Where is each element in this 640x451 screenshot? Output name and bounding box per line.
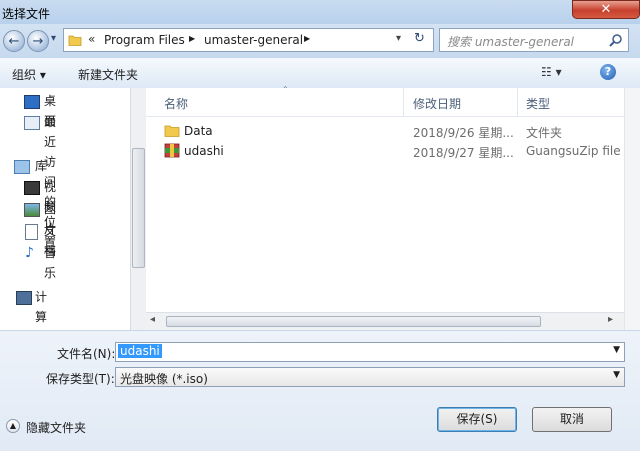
file-horizontal-scrollbar[interactable]: ◂ ▸: [146, 312, 624, 331]
file-date: 2018/9/26 星期...: [413, 126, 514, 140]
scroll-left-icon[interactable]: ◂: [150, 314, 155, 325]
filetype-select[interactable]: 光盘映像 (*.iso) ▼: [115, 367, 625, 387]
desktop-icon: [24, 95, 40, 109]
title-bar: 选择文件 ✕: [0, 0, 640, 24]
recent-pages-dropdown-icon[interactable]: ▾: [51, 33, 56, 44]
address-overflow-icon[interactable]: «: [88, 32, 95, 46]
music-icon: ♪: [25, 245, 34, 261]
address-dropdown-icon[interactable]: ▾: [396, 33, 401, 44]
forward-arrow-icon: →: [32, 34, 44, 49]
nav-scroll-thumb[interactable]: [132, 148, 145, 268]
sidebar-item-label: 库: [35, 159, 48, 173]
file-name: udashi: [184, 144, 224, 158]
help-icon: ?: [604, 65, 612, 78]
help-button[interactable]: ?: [600, 64, 616, 80]
pictures-icon: [24, 203, 40, 217]
file-type: GuangsuZip file: [526, 144, 621, 158]
dialog-footer: 文件名(N): udashi ▼ 保存类型(T): 光盘映像 (*.iso) ▼…: [0, 330, 640, 451]
nav-scrollbar[interactable]: [130, 88, 147, 330]
search-icon[interactable]: [609, 33, 623, 47]
sidebar-item-label: 音乐: [44, 246, 57, 280]
horizontal-scroll-thumb[interactable]: [166, 316, 541, 327]
table-row[interactable]: Data 2018/9/26 星期... 文件夹: [164, 121, 624, 141]
filename-label: 文件名(N):: [57, 347, 116, 361]
file-name: Data: [184, 124, 213, 138]
file-vertical-scrollbar[interactable]: [624, 88, 640, 330]
forward-button[interactable]: →: [27, 30, 49, 52]
filetype-dropdown-icon[interactable]: ▼: [613, 370, 620, 380]
filetype-value: 光盘映像 (*.iso): [120, 372, 208, 386]
column-header-name[interactable]: 名称: [164, 95, 188, 112]
video-icon: [24, 181, 40, 195]
search-input[interactable]: 搜索 umaster-general: [447, 33, 574, 50]
filename-input[interactable]: udashi: [118, 344, 162, 358]
organize-menu[interactable]: 组织 ▾: [12, 66, 46, 83]
save-button[interactable]: 保存(S): [437, 407, 517, 432]
breadcrumb-separator-icon[interactable]: ▶: [189, 34, 195, 43]
hide-folders-toggle-icon[interactable]: ▲: [6, 419, 20, 433]
toolbar: 组织 ▾ 新建文件夹 ☷ ▾ ?: [0, 58, 640, 89]
address-bar[interactable]: « Program Files ▶ umaster-general ▶ ▾ ↻: [63, 28, 434, 52]
column-header-row: ⌃ 名称 修改日期 类型: [146, 85, 624, 117]
column-divider[interactable]: [403, 88, 404, 116]
navigation-pane: 桌面 最近访问的位置 库 视频 图片 文档 ♪ 音乐 计算机: [0, 88, 147, 344]
back-arrow-icon: ←: [8, 34, 20, 49]
cancel-button[interactable]: 取消: [532, 407, 612, 432]
archive-icon: [164, 143, 180, 158]
close-icon: ✕: [600, 2, 612, 17]
breadcrumb-separator-icon[interactable]: ▶: [304, 34, 310, 43]
column-divider[interactable]: [517, 88, 518, 116]
folder-icon: [68, 35, 82, 46]
scroll-right-icon[interactable]: ▸: [608, 314, 613, 325]
table-row[interactable]: udashi 2018/9/27 星期... GuangsuZip file: [164, 141, 624, 161]
file-date: 2018/9/27 星期...: [413, 146, 514, 160]
refresh-icon[interactable]: ↻: [414, 31, 425, 46]
file-list-pane: ⌃ 名称 修改日期 类型 Data 2018/9/26 星期... 文件夹 ud…: [146, 85, 640, 331]
filetype-label: 保存类型(T):: [46, 372, 115, 386]
filename-field[interactable]: udashi ▼: [115, 342, 625, 362]
sort-ascending-icon: ⌃: [282, 85, 289, 94]
back-button[interactable]: ←: [3, 30, 25, 52]
filename-dropdown-icon[interactable]: ▼: [613, 345, 620, 355]
recent-places-icon: [24, 116, 40, 130]
computer-icon: [16, 291, 32, 305]
folder-icon: [164, 125, 180, 137]
window-title: 选择文件: [2, 7, 51, 21]
breadcrumb-program-files[interactable]: Program Files: [104, 33, 185, 47]
column-header-date[interactable]: 修改日期: [413, 95, 461, 112]
library-icon: [14, 160, 30, 174]
new-folder-button[interactable]: 新建文件夹: [78, 66, 138, 83]
view-options-icon[interactable]: ☷ ▾: [541, 65, 562, 79]
documents-icon: [25, 224, 38, 240]
close-button[interactable]: ✕: [572, 0, 640, 19]
search-box[interactable]: 搜索 umaster-general: [439, 28, 629, 52]
file-type: 文件夹: [526, 126, 563, 140]
breadcrumb-umaster-general[interactable]: umaster-general: [204, 33, 303, 47]
hide-folders-link[interactable]: 隐藏文件夹: [26, 419, 86, 436]
column-header-type[interactable]: 类型: [526, 95, 550, 112]
